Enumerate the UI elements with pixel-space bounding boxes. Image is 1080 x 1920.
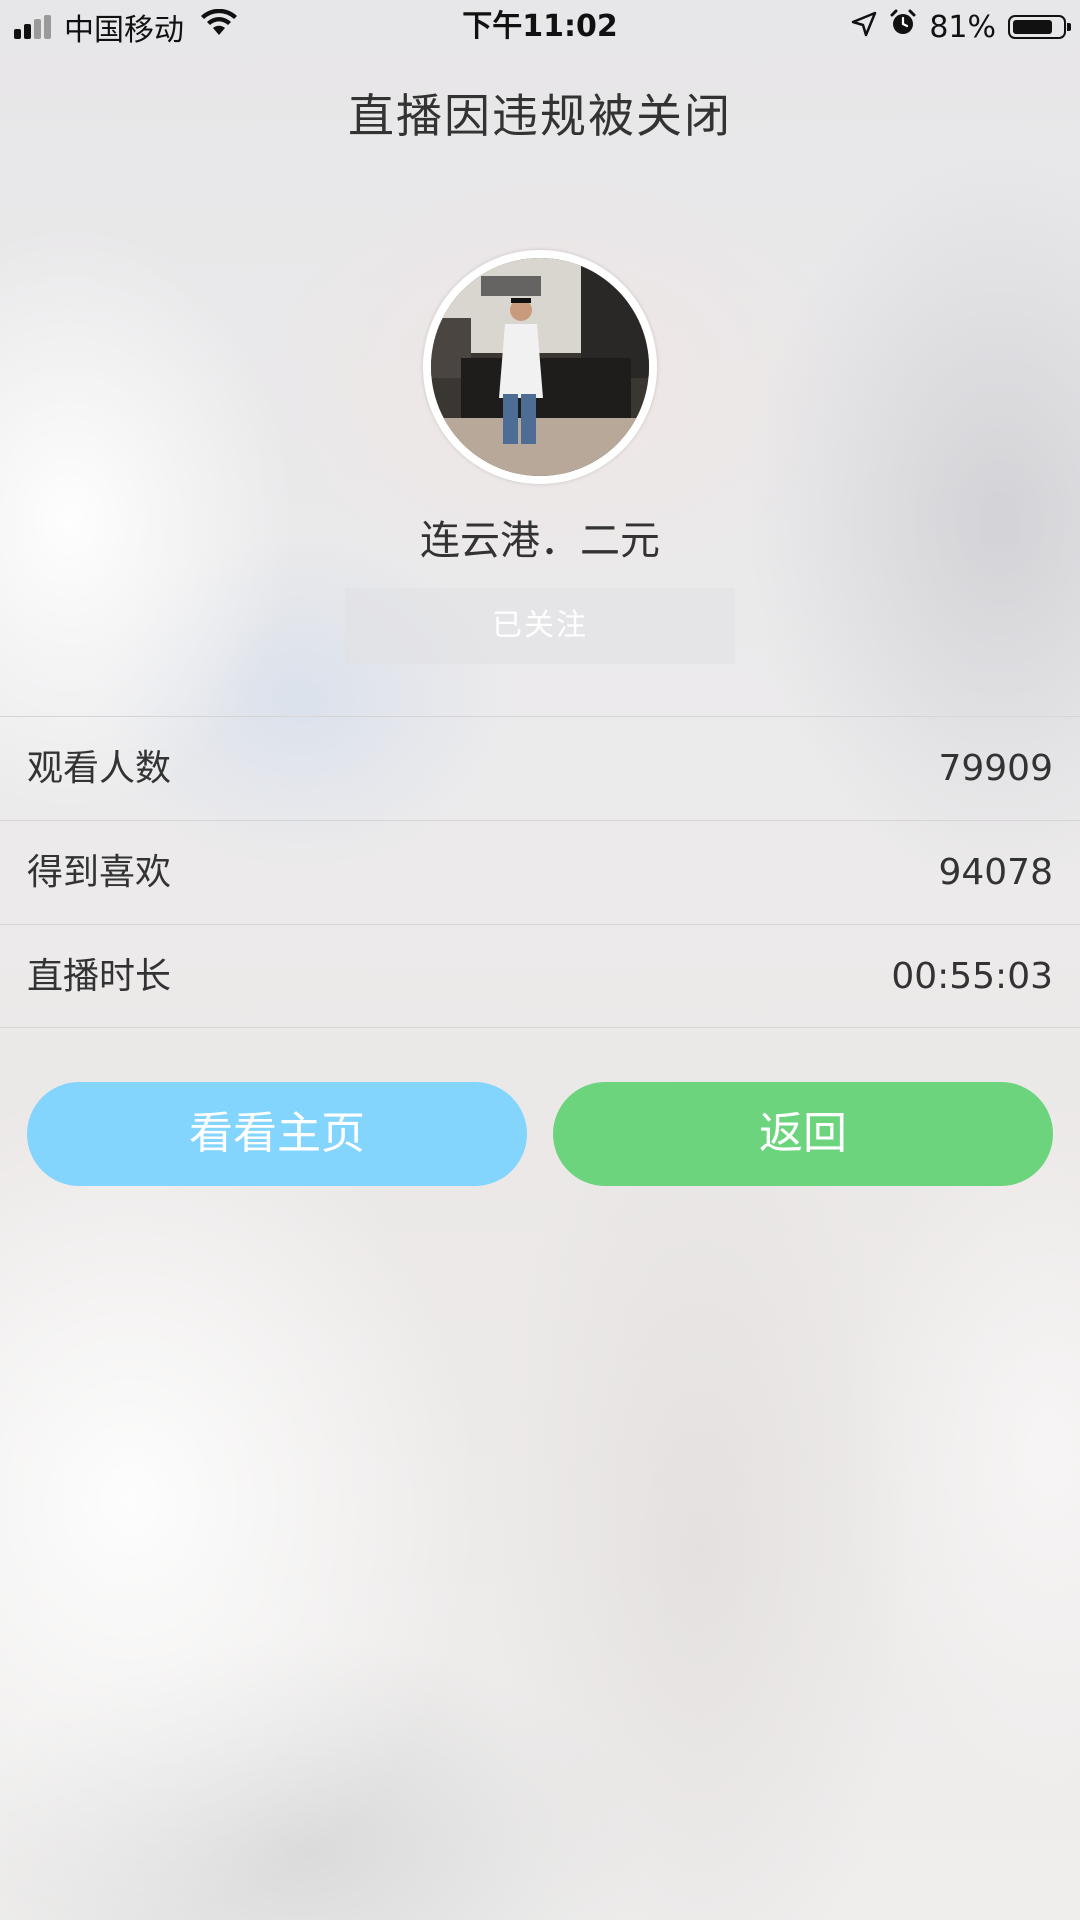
- stat-row-likes: 得到喜欢 94078: [0, 820, 1080, 924]
- avatar[interactable]: [423, 250, 657, 484]
- stat-label: 观看人数: [27, 748, 172, 789]
- battery-fill: [1013, 20, 1052, 34]
- location-arrow-icon: [851, 10, 877, 45]
- stat-value: 00:55:03: [891, 956, 1053, 997]
- view-homepage-button[interactable]: 看看主页: [27, 1082, 527, 1186]
- stat-row-duration: 直播时长 00:55:03: [0, 924, 1080, 1028]
- battery-icon: [1008, 15, 1071, 39]
- stat-row-viewers: 观看人数 79909: [0, 716, 1080, 820]
- stat-label: 直播时长: [27, 956, 172, 997]
- page-title: 直播因违规被关闭: [348, 89, 732, 143]
- battery-percent: 81%: [929, 9, 996, 45]
- username: 连云港．二元: [420, 518, 660, 564]
- stat-label: 得到喜欢: [27, 852, 172, 893]
- back-button[interactable]: 返回: [553, 1082, 1053, 1186]
- stat-value: 79909: [938, 748, 1053, 789]
- stats-list: 观看人数 79909 得到喜欢 94078 直播时长 00:55:03: [0, 716, 1080, 1028]
- follow-button[interactable]: 已关注: [345, 588, 735, 664]
- avatar-photo: [431, 258, 649, 476]
- stat-value: 94078: [938, 852, 1053, 893]
- alarm-icon: [889, 9, 917, 45]
- status-bar: 中国移动 下午11:02 81%: [0, 0, 1080, 54]
